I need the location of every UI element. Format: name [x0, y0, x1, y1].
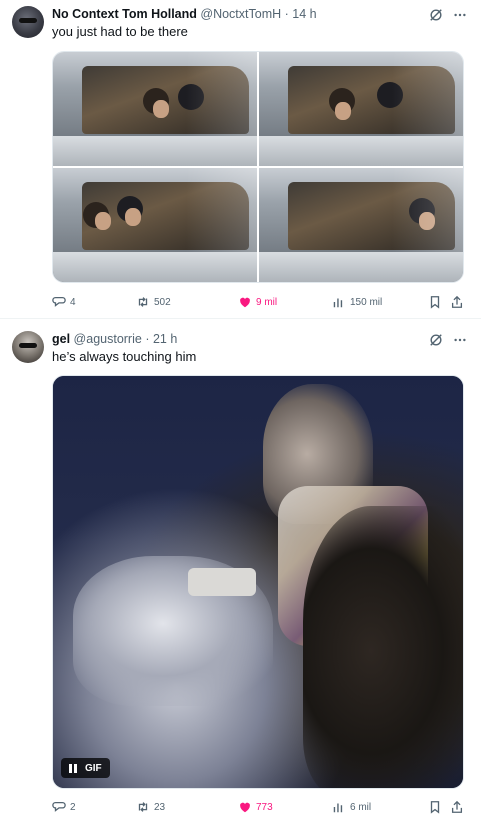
retweet-icon — [138, 297, 148, 307]
photo[interactable] — [53, 168, 257, 282]
display-name[interactable]: No Context Tom Holland — [52, 7, 197, 21]
photo[interactable] — [259, 168, 463, 282]
bookmark-icon — [430, 296, 440, 309]
tweet[interactable]: gel @agustorrie · 21 h he’s always touch… — [0, 318, 481, 816]
grok-icon[interactable] — [429, 333, 443, 347]
reply-icon — [52, 296, 66, 307]
photo[interactable] — [53, 52, 257, 166]
like-count: 9 mil — [256, 296, 278, 308]
reply-icon — [52, 801, 66, 812]
tweet-header: No Context Tom Holland @NoctxtTomH · 14 … — [52, 7, 437, 21]
gif-badge[interactable]: GIF — [61, 758, 110, 778]
views-button[interactable]: 6 mil — [332, 799, 371, 815]
bookmark-button[interactable] — [428, 294, 442, 310]
bookmark-button[interactable] — [428, 799, 442, 815]
heart-icon — [240, 297, 250, 308]
reply-button[interactable]: 4 — [52, 294, 76, 310]
more-icon[interactable] — [453, 8, 467, 22]
share-button[interactable] — [450, 799, 464, 815]
avatar[interactable] — [12, 331, 44, 363]
gif-label: GIF — [85, 762, 102, 774]
heart-icon — [240, 802, 250, 813]
reply-button[interactable]: 2 — [52, 799, 76, 815]
timestamp[interactable]: · 21 h — [145, 332, 177, 346]
more-icon[interactable] — [453, 333, 467, 347]
share-icon — [451, 800, 463, 813]
reply-count: 4 — [70, 296, 76, 308]
views-icon — [333, 298, 343, 308]
retweet-button[interactable]: 502 — [136, 294, 171, 310]
photo-grid[interactable] — [52, 51, 464, 283]
share-button[interactable] — [450, 294, 464, 310]
reply-count: 2 — [70, 801, 76, 813]
gif-player[interactable]: GIF — [52, 375, 464, 789]
handle[interactable]: @agustorrie — [74, 332, 142, 346]
tweet-header: gel @agustorrie · 21 h — [52, 332, 437, 346]
grok-icon[interactable] — [429, 8, 443, 22]
photo[interactable] — [259, 52, 463, 166]
tweet-text: he’s always touching him — [52, 349, 197, 364]
like-count: 773 — [256, 801, 273, 813]
retweet-icon — [138, 802, 148, 812]
views-count: 6 mil — [350, 801, 372, 813]
retweet-button[interactable]: 23 — [136, 799, 165, 815]
tweet[interactable]: No Context Tom Holland @NoctxtTomH · 14 … — [0, 0, 481, 318]
views-button[interactable]: 150 mil — [332, 294, 382, 310]
retweet-count: 502 — [154, 296, 171, 308]
views-icon — [333, 803, 343, 813]
pause-icon[interactable] — [69, 763, 77, 773]
tweet-actions: 2 23 773 6 mil — [52, 799, 464, 815]
like-button[interactable]: 773 — [238, 799, 273, 815]
handle[interactable]: @NoctxtTomH — [200, 7, 281, 21]
avatar[interactable] — [12, 6, 44, 38]
views-count: 150 mil — [350, 296, 383, 308]
avatar-detail — [19, 343, 37, 348]
tweet-actions: 4 502 9 mil 150 mil — [52, 294, 464, 310]
avatar-detail — [19, 18, 37, 23]
timestamp[interactable]: · 14 h — [285, 7, 317, 21]
retweet-count: 23 — [154, 801, 166, 813]
tweet-text: you just had to be there — [52, 24, 188, 39]
share-icon — [451, 295, 463, 308]
bookmark-icon — [430, 801, 440, 814]
display-name[interactable]: gel — [52, 332, 70, 346]
like-button[interactable]: 9 mil — [238, 294, 277, 310]
